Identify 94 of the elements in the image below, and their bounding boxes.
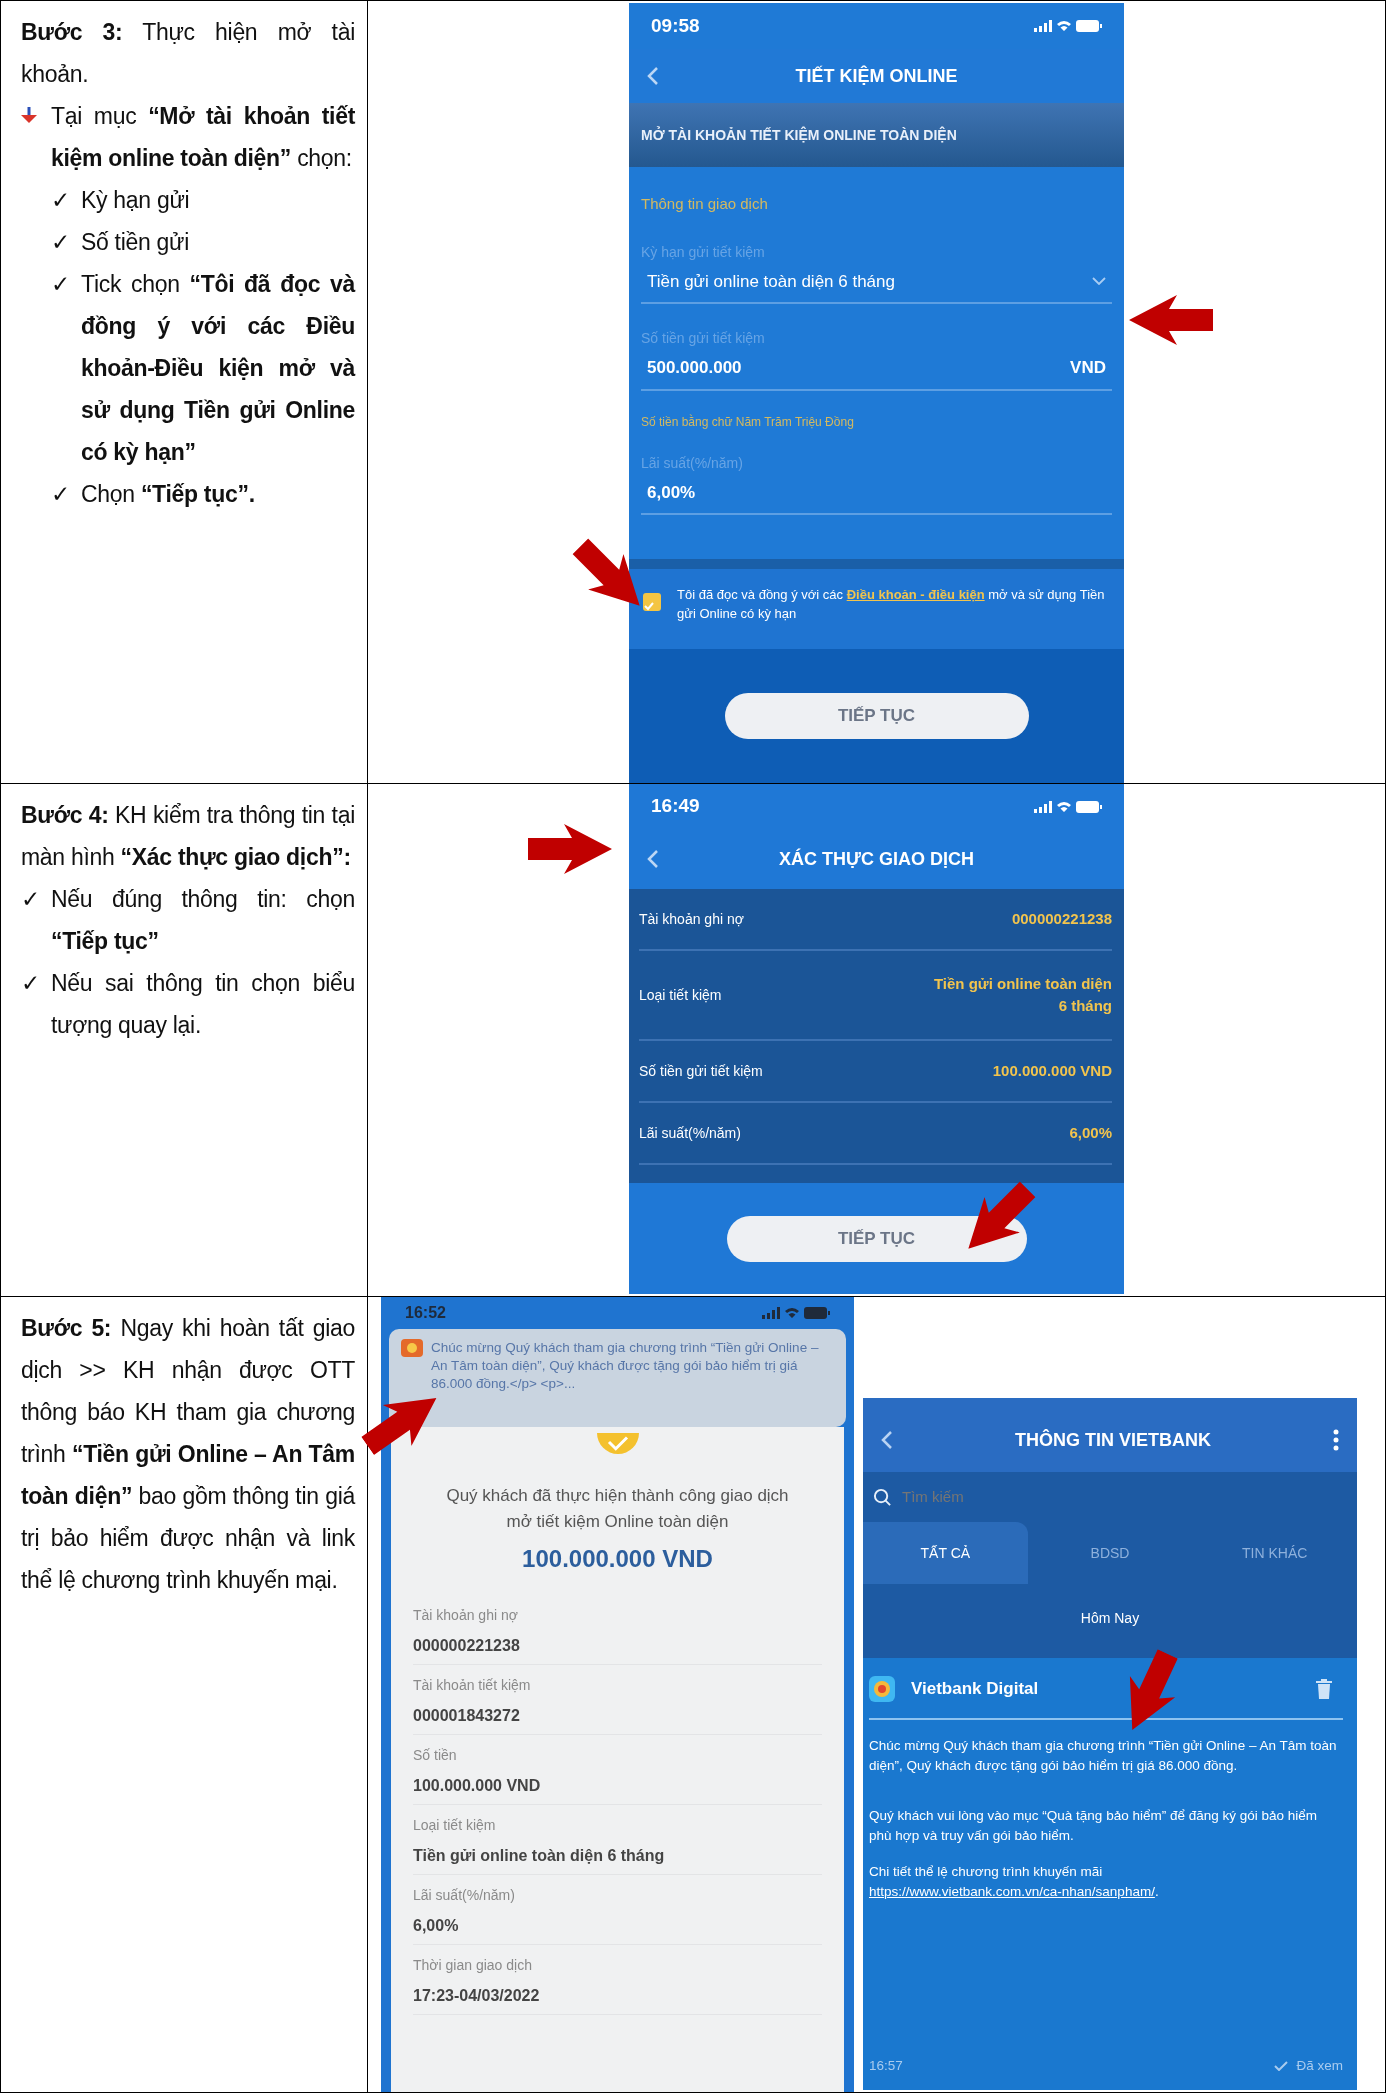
sender-name: Vietbank Digital xyxy=(911,1678,1040,1701)
message-text: Chi tiết thể lệ chương trình khuyến mãi https://www.vietbank.com.vn/ca-nhan/sanpham/. xyxy=(869,1863,1160,1901)
message-time: 16:57 xyxy=(869,2056,903,2075)
back-icon[interactable] xyxy=(647,66,659,86)
agreement-text: Tôi đã đọc và đồng ý với các Điều khoản - điều kiện mở và sử dụng Tiền gửi Online có kỳ hạn xyxy=(677,586,1106,623)
group-label: Thông tin giao dịch xyxy=(641,194,769,214)
detail-value: 000001843272 xyxy=(413,1706,521,1726)
success-message: Quý khách đã thực hiện thành công giao dịch mở tiết kiệm Online toàn diện xyxy=(445,1485,790,1533)
unit-label: VND xyxy=(1070,357,1106,379)
detail-value: 100.000.000 VND xyxy=(413,1776,542,1796)
step-heading: Bước 5: Ngay khi hoàn tất giao dịch >> KH nhận được OTT thông báo KH tham gia chương trình “Tiền gửi Online – An Tâm toàn diện” bao gồm thông tin giá trị bảo hiểm được nhận và link thể lệ chương trình khuyến mại. xyxy=(21,1314,355,1595)
instruction-text: Chọn “Tiếp tục”. xyxy=(81,480,256,509)
battery-icon xyxy=(1076,20,1102,32)
chevron-down-icon xyxy=(1092,277,1106,286)
wifi-icon xyxy=(1056,20,1072,32)
category-tab[interactable]: TIN KHÁC xyxy=(1192,1522,1357,1584)
signal-icon xyxy=(762,1307,780,1319)
app-logo-icon xyxy=(401,1339,423,1357)
message-text: Quý khách vui lòng vào mục “Quà tặng bảo hiểm” để đăng ký gói bảo hiểm phù hợp và truy vấn gói bảo hiểm. xyxy=(869,1807,1318,1845)
field-label: Lãi suất(%/năm) xyxy=(641,453,744,473)
detail-value: Tiền gửi online toàn diện 6 tháng xyxy=(413,1846,666,1866)
signal-icon xyxy=(1034,20,1052,32)
input-field[interactable]: 500.000.000 VND xyxy=(641,349,1112,391)
check-icon xyxy=(1274,2060,1289,2071)
detail-label: Loại tiết kiệm xyxy=(639,985,722,1005)
back-icon[interactable] xyxy=(647,849,659,869)
instruction-text: Tick chọn “Tôi đã đọc và đồng ý với các Điều khoản-Điều kiện mở và sử dụng Tiền gửi Online có kỳ hạn” xyxy=(81,270,355,467)
category-tab[interactable]: BDSD xyxy=(1027,1522,1193,1584)
check-mark: ✓ xyxy=(51,186,71,215)
section-header: MỞ TÀI KHOẢN TIẾT KIỆM ONLINE TOÀN DIỆN xyxy=(629,103,1124,167)
detail-label: Loại tiết kiệm xyxy=(413,1816,497,1835)
instruction-text: Nếu sai thông tin chọn biểu tượng quay lại. xyxy=(51,969,355,1040)
detail-label: Thời gian giao dịch xyxy=(413,1956,533,1975)
screen-title: THÔNG TIN VIETBANK xyxy=(1014,1428,1212,1452)
agree-checkbox[interactable] xyxy=(643,593,661,611)
wifi-icon xyxy=(784,1307,800,1319)
continue-button[interactable]: TIẾP TỤC xyxy=(724,693,1029,739)
detail-value: 000000221238 xyxy=(413,1636,521,1656)
sender-logo-icon xyxy=(869,1676,895,1702)
status-time: 09:58 xyxy=(651,13,700,38)
status-time: 16:49 xyxy=(651,794,700,819)
detail-label: Lãi suất(%/năm) xyxy=(413,1886,516,1905)
step-heading: Bước 4: KH kiểm tra thông tin tại màn hình “Xác thực giao dịch”: xyxy=(21,801,355,872)
detail-label: Số tiền gửi tiết kiệm xyxy=(639,1061,763,1081)
read-status: Đã xem xyxy=(1296,2056,1343,2075)
detail-value: 17:23-04/03/2022 xyxy=(413,1986,541,2006)
field-label: Số tiền gửi tiết kiệm xyxy=(641,329,766,348)
detail-value: 6,00% xyxy=(1069,1122,1112,1143)
back-icon[interactable] xyxy=(881,1430,893,1450)
pointer-arrow-icon xyxy=(1129,295,1213,345)
detail-value: 000000221238 xyxy=(1011,908,1112,929)
detail-label: Tài khoản tiết kiệm xyxy=(413,1676,532,1695)
pointer-arrow-icon xyxy=(528,824,612,874)
detail-label: Lãi suất(%/năm) xyxy=(639,1123,741,1143)
field-label: Kỳ hạn gửi tiết kiệm xyxy=(641,242,766,262)
instruction-text: Tại mục “Mở tài khoản tiết kiệm online toàn diện” chọn: xyxy=(51,102,355,173)
check-mark: ✓ xyxy=(51,270,71,299)
category-tab[interactable]: TẤT CẢ xyxy=(863,1522,1028,1584)
check-mark: ✓ xyxy=(21,885,41,914)
screen-title: XÁC THỰC GIAO DỊCH xyxy=(778,847,975,871)
check-mark: ✓ xyxy=(51,228,71,257)
screen-title: TIẾT KIỆM ONLINE xyxy=(794,64,959,88)
trash-icon[interactable] xyxy=(1315,1679,1333,1699)
promo-link[interactable]: https://www.vietbank.com.vn/ca-nhan/sanpham/ xyxy=(869,1884,1155,1899)
search-icon xyxy=(873,1487,892,1507)
search-field[interactable]: Tìm kiếm xyxy=(900,1484,1100,1510)
instruction-text: Kỳ hạn gửi xyxy=(81,186,191,215)
detail-label: Tài khoản ghi nợ xyxy=(413,1606,519,1625)
check-mark: ✓ xyxy=(51,480,71,509)
wifi-icon xyxy=(1056,800,1072,813)
dropdown-field[interactable]: Tiền gửi online toàn diện 6 tháng xyxy=(641,262,1112,304)
detail-label: Số tiền xyxy=(413,1746,458,1765)
signal-icon xyxy=(1034,800,1052,813)
check-mark: ✓ xyxy=(21,969,41,998)
date-heading: Hôm Nay xyxy=(1080,1610,1140,1626)
instruction-text: Nếu đúng thông tin: chọn “Tiếp tục” xyxy=(51,885,355,956)
status-time: 16:52 xyxy=(405,1303,446,1323)
amount-in-words: Số tiền bằng chữ Năm Trăm Triệu Đồng xyxy=(641,413,855,431)
detail-value: Tiền gửi online toàn diện 6 tháng xyxy=(932,973,1112,1016)
detail-value: 100.000.000 VND xyxy=(992,1060,1112,1081)
input-field[interactable]: 6,00% xyxy=(641,473,1112,515)
battery-icon xyxy=(804,1307,830,1319)
more-options-icon[interactable] xyxy=(1333,1429,1339,1451)
instruction-text: Số tiền gửi xyxy=(81,228,190,257)
detail-value: 6,00% xyxy=(413,1916,460,1936)
detail-label: Tài khoản ghi nợ xyxy=(639,909,744,929)
battery-icon xyxy=(1076,800,1102,813)
arrow-bullet-icon xyxy=(21,107,37,123)
message-text: Chúc mừng Quý khách tham gia chương trình “Tiền gửi Online – An Tâm toàn diện”, Quý khách được tặng gói bảo hiểm trị giá 86.000 đồng. xyxy=(869,1737,1338,1775)
result-amount: 100.000.000 VND xyxy=(522,1544,713,1574)
notification-text: Chúc mừng Quý khách tham gia chương trình “Tiền gửi Online – An Tâm toàn diện”, Quý khách được tặng gói bảo hiểm trị giá 86.000 đồng.</p> <p>... xyxy=(431,1339,820,1393)
step-heading: Bước 3: Thực hiện mở tài khoản. xyxy=(21,18,355,89)
continue-button[interactable]: TIẾP TỤC xyxy=(726,1215,1027,1262)
terms-link[interactable]: Điều khoản - điều kiện xyxy=(846,587,985,602)
